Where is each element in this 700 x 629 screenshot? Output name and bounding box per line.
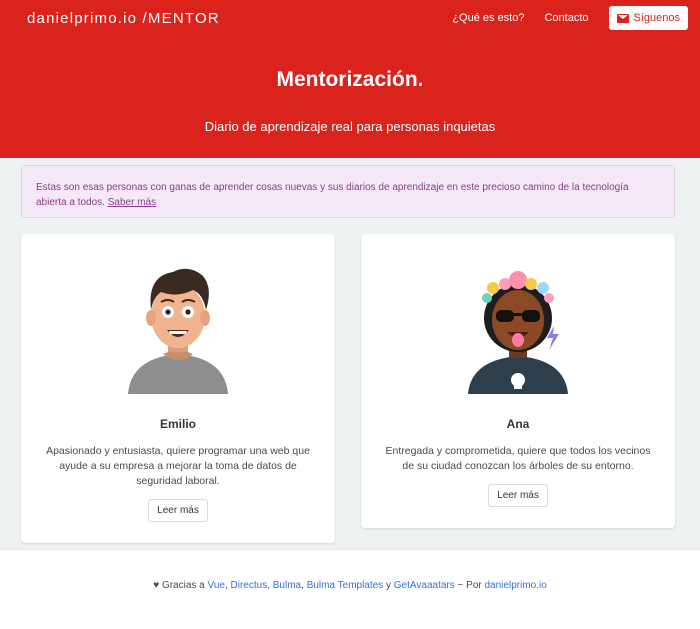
footer-link-vue[interactable]: Vue xyxy=(208,580,225,591)
nav-link-about[interactable]: ¿Qué es esto? xyxy=(452,12,524,24)
read-more-button[interactable]: Leer más xyxy=(488,484,548,507)
footer-and: y xyxy=(386,580,391,591)
footer-link-directus[interactable]: Directus xyxy=(231,580,268,591)
follow-label: Síguenos xyxy=(633,12,680,24)
footer: ♥ Gracias a Vue, Directus, Bulma, Bulma … xyxy=(0,549,700,629)
follow-button[interactable]: Síguenos xyxy=(608,6,688,30)
page-title: Mentorización. xyxy=(276,68,424,91)
navbar: danielprimo.io /MENTOR ¿Qué es esto? Con… xyxy=(0,0,700,36)
page-subtitle: Diario de aprendizaje real para personas… xyxy=(204,119,496,134)
envelope-icon xyxy=(616,13,629,23)
hero-section: danielprimo.io /MENTOR ¿Qué es esto? Con… xyxy=(0,0,700,158)
mentee-card-ana: Ana Entregada y comprometida, quiere que… xyxy=(361,234,675,528)
mentee-cards: Emilio Apasionado y entusiasta, quiere p… xyxy=(21,234,675,543)
nav-menu: ¿Qué es esto? Contacto Síguenos xyxy=(452,6,688,30)
footer-link-bulma[interactable]: Bulma xyxy=(273,580,301,591)
mentee-description: Apasionado y entusiasta, quiere programa… xyxy=(46,445,310,487)
footer-prefix: Gracias a xyxy=(161,580,205,591)
brand-logo[interactable]: danielprimo.io /MENTOR xyxy=(27,10,220,27)
footer-link-danielprimo[interactable]: danielprimo.io xyxy=(485,580,547,591)
read-more-button[interactable]: Leer más xyxy=(148,499,208,522)
nav-link-contact[interactable]: Contacto xyxy=(544,12,588,24)
avatar-emilio xyxy=(128,268,228,394)
avatar-ana xyxy=(468,271,568,394)
mentee-name: Emilio xyxy=(159,417,196,431)
mentee-name: Ana xyxy=(506,417,530,431)
footer-by: ~ Por xyxy=(457,580,482,591)
footer-link-getavaaatars[interactable]: GetAvaaatars xyxy=(394,580,455,591)
mentee-card-emilio: Emilio Apasionado y entusiasta, quiere p… xyxy=(21,234,335,543)
learn-more-link[interactable]: Saber más xyxy=(108,197,156,208)
heart-icon: ♥ xyxy=(153,580,160,591)
footer-link-bulma-templates[interactable]: Bulma Templates xyxy=(307,580,384,591)
mentee-description: Entregada y comprometida, quiere que tod… xyxy=(385,445,651,472)
info-notice: Estas son esas personas con ganas de apr… xyxy=(21,165,675,218)
